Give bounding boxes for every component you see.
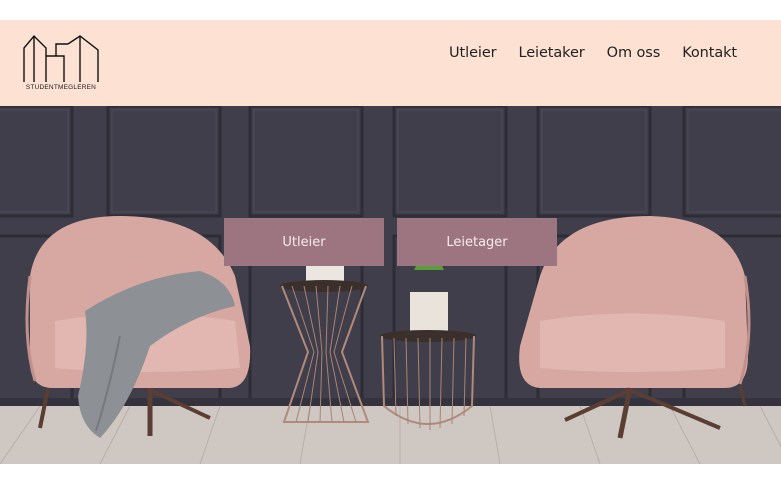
brand-logo[interactable]: STUDENTMEGLEREN xyxy=(20,34,102,94)
brand-name: STUDENTMEGLEREN xyxy=(25,84,97,91)
house-outline-icon xyxy=(23,34,99,82)
hero-image xyxy=(0,106,781,464)
nav-leietaker[interactable]: Leietaker xyxy=(519,45,585,61)
main-nav: Utleier Leietaker Om oss Kontakt xyxy=(449,45,737,61)
nav-kontakt[interactable]: Kontakt xyxy=(682,45,737,61)
site-header: STUDENTMEGLEREN Utleier Leietaker Om oss… xyxy=(0,20,781,106)
bottom-whitespace xyxy=(0,464,781,484)
nav-om-oss[interactable]: Om oss xyxy=(607,45,661,61)
hero-leietager-button[interactable]: Leietager xyxy=(397,218,557,266)
living-room-illustration xyxy=(0,106,781,464)
top-whitespace xyxy=(0,0,781,20)
hero-utleier-button[interactable]: Utleier xyxy=(224,218,384,266)
nav-utleier[interactable]: Utleier xyxy=(449,45,497,61)
